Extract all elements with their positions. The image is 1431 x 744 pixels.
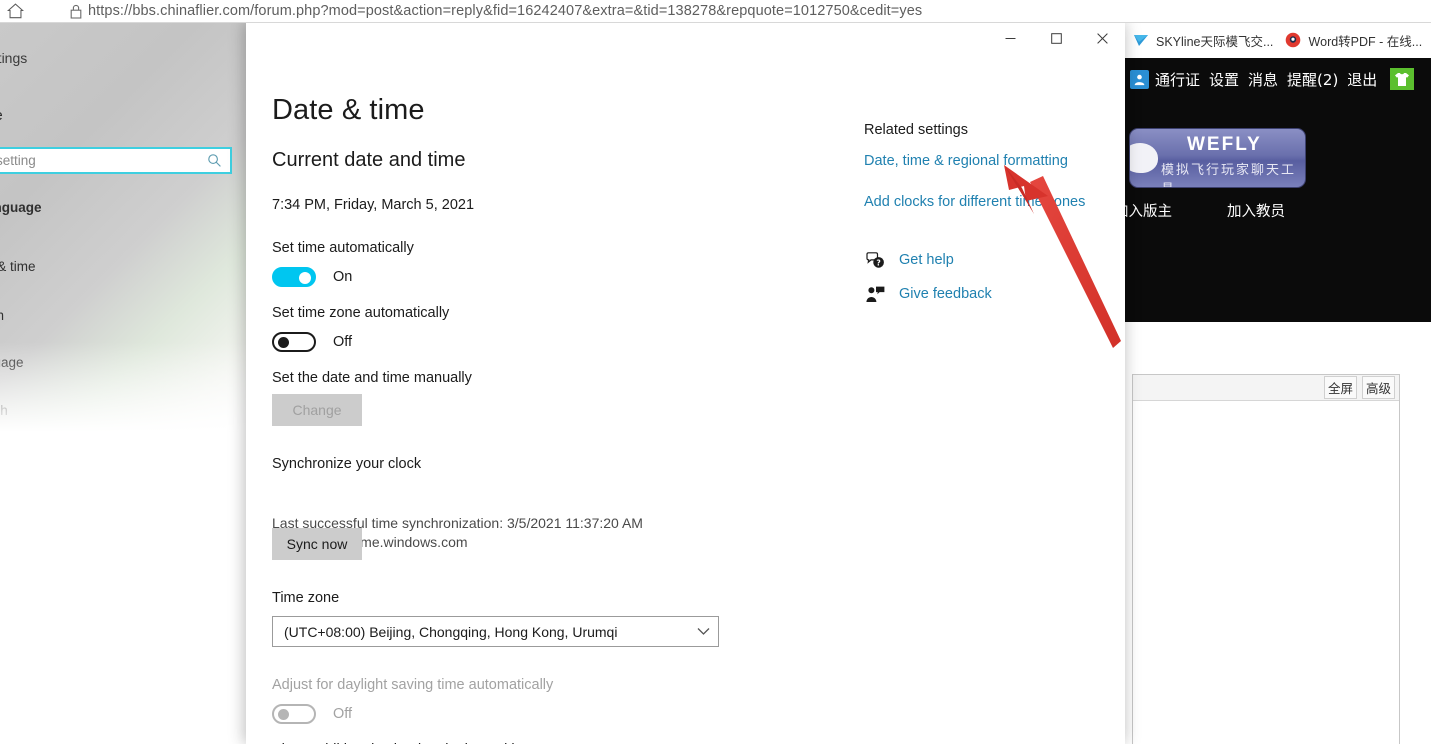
- background-search-placeholder: setting: [0, 153, 36, 168]
- sidebar-item-speech[interactable]: ech: [0, 403, 8, 418]
- related-settings: Related settings Date, time & regional f…: [864, 122, 1114, 318]
- background-search-box[interactable]: setting: [0, 147, 232, 174]
- background-settings-app: ettings ne setting anguage e & time ion …: [0, 22, 246, 432]
- help-chat-icon: ?: [864, 250, 886, 270]
- forum-editor-toolbar: 全屏 高级: [1133, 375, 1399, 401]
- set-time-automatically-row: On: [272, 267, 352, 287]
- dst-label: Adjust for daylight saving time automati…: [272, 677, 553, 693]
- link-add-clocks-time-zones[interactable]: Add clocks for different time zones: [864, 194, 1114, 210]
- current-datetime-value: 7:34 PM, Friday, March 5, 2021: [272, 197, 474, 213]
- dst-toggle[interactable]: [272, 704, 316, 724]
- screen-root: ettings ne setting anguage e & time ion …: [0, 0, 1431, 744]
- forum-link-settings[interactable]: 设置: [1209, 69, 1239, 90]
- related-settings-title: Related settings: [864, 122, 1114, 138]
- wordtopdf-favicon: [1285, 32, 1302, 49]
- dst-row: Off: [272, 704, 352, 724]
- shirt-badge-icon[interactable]: [1390, 68, 1414, 90]
- sync-now-button[interactable]: Sync now: [272, 528, 362, 560]
- minimize-button[interactable]: [987, 22, 1033, 54]
- sidebar-item-language-2[interactable]: guage: [0, 355, 24, 370]
- home-icon[interactable]: [4, 1, 26, 21]
- give-feedback-row[interactable]: Give feedback: [864, 284, 1114, 304]
- wefly-banner-subtitle: 模拟飞行玩家聊天工具: [1161, 159, 1305, 188]
- set-timezone-automatically-toggle[interactable]: [272, 332, 316, 352]
- forum-link-join-moderator[interactable]: 加入版主: [1124, 200, 1172, 221]
- svg-text:?: ?: [876, 258, 880, 267]
- forum-reply-editor[interactable]: 全屏 高级: [1132, 374, 1400, 744]
- forum-dark-body: WEFLY 模拟飞行玩家聊天工具 加入版主 加入教员 索内容 帖子 ▼: [1124, 100, 1431, 322]
- browser-tab-label: SKYline天际模飞交...: [1156, 31, 1273, 50]
- skyline-favicon: [1132, 32, 1149, 49]
- sidebar-item-date-time[interactable]: e & time: [0, 259, 36, 274]
- set-time-automatically-toggle[interactable]: [272, 267, 316, 287]
- time-zone-label: Time zone: [272, 590, 339, 606]
- chat-bubble-icon: [1129, 143, 1158, 173]
- maximize-button[interactable]: [1033, 22, 1079, 54]
- lock-icon[interactable]: [68, 2, 84, 20]
- forum-content-panel: 全屏 高级 飞行者联盟 www.chinaflier.com: [1128, 322, 1431, 744]
- forum-link-notices[interactable]: 提醒(2): [1287, 69, 1338, 90]
- user-avatar-icon[interactable]: [1130, 70, 1149, 89]
- change-button[interactable]: Change: [272, 394, 362, 426]
- synchronize-heading: Synchronize your clock: [272, 456, 421, 472]
- sidebar-item-region[interactable]: ion: [0, 308, 4, 323]
- settings-window: Date & time Current date and time 7:34 P…: [246, 22, 1125, 744]
- set-time-automatically-state: On: [333, 269, 352, 285]
- settings-content: Date & time Current date and time 7:34 P…: [246, 54, 1125, 744]
- forum-topbar: 通行证 设置 消息 提醒(2) 退出: [1124, 58, 1431, 100]
- browser-tabstrip: SKYline天际模飞交... Word转PDF - 在线...: [1124, 22, 1431, 59]
- give-feedback-link[interactable]: Give feedback: [899, 286, 992, 302]
- address-bar-url[interactable]: https://bbs.chinaflier.com/forum.php?mod…: [88, 0, 922, 22]
- feedback-person-icon: [864, 284, 886, 304]
- background-breadcrumb: ne: [0, 107, 3, 124]
- fullscreen-button[interactable]: 全屏: [1324, 376, 1357, 399]
- forum-link-messages[interactable]: 消息: [1248, 69, 1278, 90]
- settings-titlebar[interactable]: [246, 22, 1125, 54]
- set-manually-label: Set the date and time manually: [272, 370, 472, 386]
- link-date-time-regional-formatting[interactable]: Date, time & regional formatting: [864, 153, 1114, 169]
- time-zone-value: (UTC+08:00) Beijing, Chongqing, Hong Kon…: [273, 624, 688, 640]
- browser-tab-skyline[interactable]: SKYline天际模飞交...: [1124, 25, 1277, 55]
- set-timezone-automatically-row: Off: [272, 332, 352, 352]
- forum-link-passport[interactable]: 通行证: [1155, 69, 1200, 90]
- forum-link-join-instructor[interactable]: 加入教员: [1227, 200, 1285, 221]
- wefly-banner[interactable]: WEFLY 模拟飞行玩家聊天工具: [1129, 128, 1306, 188]
- browser-chrome: https://bbs.chinaflier.com/forum.php?mod…: [0, 0, 1431, 23]
- get-help-row[interactable]: ? Get help: [864, 250, 1114, 270]
- set-timezone-automatically-state: Off: [333, 334, 352, 350]
- browser-tab-label: Word转PDF - 在线...: [1309, 31, 1423, 50]
- set-timezone-automatically-label: Set time zone automatically: [272, 305, 449, 321]
- get-help-link[interactable]: Get help: [899, 252, 954, 268]
- wefly-banner-title: WEFLY: [1187, 134, 1262, 156]
- forum-link-logout[interactable]: 退出: [1347, 69, 1377, 90]
- advanced-button[interactable]: 高级: [1362, 376, 1395, 399]
- background-window-title: ettings: [0, 50, 27, 66]
- forum-page: SKYline天际模飞交... Word转PDF - 在线... 通行证 设置 …: [1124, 22, 1431, 744]
- search-icon: [207, 153, 222, 173]
- set-time-automatically-label: Set time automatically: [272, 240, 414, 256]
- section-title-current: Current date and time: [272, 149, 465, 172]
- sidebar-item-language[interactable]: anguage: [0, 200, 42, 215]
- browser-tab-wordtopdf[interactable]: Word转PDF - 在线...: [1277, 25, 1431, 55]
- close-button[interactable]: [1079, 22, 1125, 54]
- page-title: Date & time: [272, 94, 425, 127]
- chevron-down-icon: [688, 627, 718, 636]
- dst-state: Off: [333, 706, 352, 722]
- time-zone-select[interactable]: (UTC+08:00) Beijing, Chongqing, Hong Kon…: [272, 616, 719, 647]
